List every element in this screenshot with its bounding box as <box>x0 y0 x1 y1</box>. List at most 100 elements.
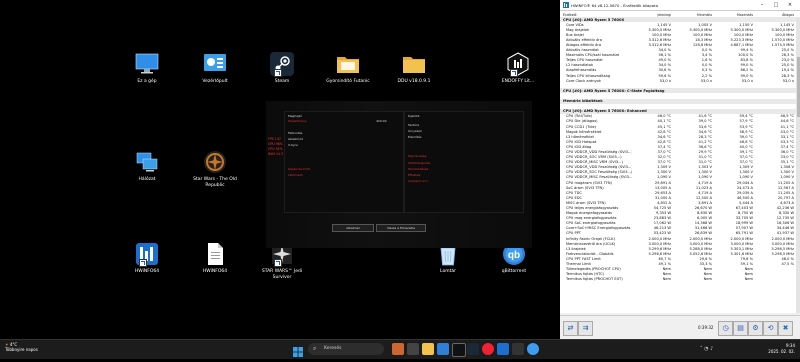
hwinfo-taskbar-icon[interactable] <box>497 343 509 355</box>
desktop-icon-ddu[interactable]: DDU v18.0.9.1 <box>386 52 442 85</box>
sensor-group-header[interactable]: Memória időzítések <box>560 98 796 104</box>
system-tray[interactable]: ˄ ◔ ♪ <box>700 346 713 352</box>
report-icon[interactable]: ▤ <box>733 321 748 336</box>
sensor-row[interactable]: Infinity Fabric Órajel (FCLK) 2.000,0 MHz… <box>560 236 796 241</box>
desktop-icon-control-panel[interactable]: Vezérlőpult <box>187 52 243 85</box>
sensor-row[interactable]: Alapfelhasználás 30,6 % 0,3 % 86,2 % 19,4 % <box>560 68 796 73</box>
chrome-icon[interactable] <box>482 343 494 355</box>
arrows-right-icon[interactable]: ⇉ <box>578 321 593 336</box>
sensor-row[interactable]: MISC áram (SVI3 TFN) 4,852 A 3,891 A 5,444 … <box>560 200 796 205</box>
clock-icon[interactable]: ◷ <box>718 321 733 336</box>
game-field[interactable]: Ablakmód <box>288 137 303 141</box>
chevron-up-icon[interactable]: ˄ <box>700 346 703 352</box>
column-header-current[interactable]: Jelenlegi <box>632 13 673 17</box>
desktop-icon-swtor[interactable]: Star Wars - The Old Republic <box>187 150 243 188</box>
game-field[interactable]: Árnyékok <box>408 129 422 133</box>
sensor-row[interactable]: Magok energiafogyasztás 9,353 W 8,630 W 8,7… <box>560 211 796 216</box>
taskbar-search[interactable]: ⌕ Keresés <box>308 343 384 355</box>
desktop-icon-this-pc[interactable]: Ez a gép <box>119 52 175 85</box>
sensor-row[interactable]: CPU VDDCR_VDD Feszültség (SVI3...) 1,309 … <box>560 165 796 170</box>
sensor-row[interactable]: Maximális CPU/szál használat 56,1 % 3,4 % 1… <box>560 53 796 58</box>
desktop-icon-endorfy[interactable]: ENDOFFY Lit... <box>490 52 546 85</box>
sensor-row[interactable]: Core Clock arányok 53,0 x 53,0 x 53,0 x 53,0… <box>560 78 796 83</box>
sensor-row[interactable]: L2 használatok 34,0 % 0,0 % 99,0 % 25,0 % <box>560 63 796 68</box>
hwinfo-window[interactable]: HWiNFO® 64 v8.12-5670 - Érzékelők állapo… <box>560 0 800 340</box>
sensor-row[interactable]: CPU VDDCR_VDD Feszültség (SVI3...) 37,0 °… <box>560 149 796 154</box>
sensor-row[interactable]: Termikus fojtás (PROCHOT EXT) Nem Nem Nem <box>560 277 796 282</box>
weather-widget[interactable]: ☀ 4°C Többnyire napos <box>5 342 38 352</box>
game-field[interactable]: Ambient occl. <box>408 179 429 183</box>
sensor-row[interactable]: Core+SoC+MISC Energiafogyasztás 46,213 W 3… <box>560 226 796 231</box>
game-apply-button[interactable]: Alkalmaz <box>332 224 374 232</box>
hwinfo-titlebar[interactable]: HWiNFO® 64 v8.12-5670 - Érzékelők állapo… <box>560 0 800 11</box>
column-header-avg[interactable]: Átlagos <box>755 13 796 17</box>
sensor-row[interactable]: CPU PPT 53,423 W 26,839 W 65,791 W 41,937 W <box>560 231 796 236</box>
sensor-row[interactable]: CPU IOD Hotspot 42,8 °C 41,2 °C 46,8 °C 43,3… <box>560 139 796 144</box>
sensor-row[interactable]: L3 hőmérséklet 34,6 °C 28,3 °C 39,0 °C 33,1 … <box>560 134 796 139</box>
sensor-row[interactable]: CPU (Tctl/Tdie) 46,0 °C 41,6 °C 59,4 °C 46,9… <box>560 114 796 119</box>
game-field[interactable]: Utófeldolgozás <box>408 161 430 165</box>
game-field[interactable]: Effektek <box>408 173 420 177</box>
task-view-icon[interactable] <box>407 343 419 355</box>
taskbar-clock[interactable]: 9:34 2025. 02. 02. <box>767 343 795 355</box>
sensor-row[interactable]: Aktuális effektív óra 3.312,6 MHz 18,3 MHz… <box>560 37 796 42</box>
sensor-row[interactable]: CPU CCD1 (Tdie) 45,1 °C 33,6 °C 53,9 °C 41,1… <box>560 124 796 129</box>
sensor-row[interactable]: Teljes CPU használat 49,0 % 1,6 % 83,8 % 23,… <box>560 58 796 63</box>
qbittorrent-taskbar-icon[interactable] <box>527 343 539 355</box>
store-icon[interactable] <box>452 343 466 357</box>
settings-icon[interactable]: ⚙ <box>748 321 763 336</box>
game-window[interactable]: Meghajtó Teljesítmény 420.00 Kijelzők Ké… <box>266 101 532 248</box>
column-header-sensor[interactable]: Érzékelő <box>560 13 632 17</box>
sensor-row[interactable]: CPU Die (átlagos) 40,1 °C 39,0 °C 57,9 °C 44… <box>560 119 796 124</box>
file-explorer-icon[interactable] <box>422 343 434 355</box>
sensor-row[interactable]: CPU VDDCR_MISC Feszültség (SVI3...) 1,090… <box>560 175 796 180</box>
hwinfo-sensor-list[interactable]: CPU [#0]: AMD Ryzen 5 7600X Core VIDs 1,14… <box>560 17 796 313</box>
sensor-row[interactable]: CPU VDDCR_SOC Feszültség (SVI3...) 1,300 … <box>560 170 796 175</box>
column-header-max[interactable]: Maximális <box>714 13 755 17</box>
game-field[interactable]: Képkocka-limit <box>288 167 310 171</box>
game-field[interactable]: V-Sync <box>288 143 298 147</box>
sensor-row[interactable]: Memóriavezérlő óra (UCLK) 3.000,0 MHz 3.00… <box>560 241 796 246</box>
maximize-icon[interactable]: □ <box>769 2 783 8</box>
game-field[interactable]: Textúra <box>408 123 419 127</box>
game-field[interactable]: Tükröződések <box>408 167 428 171</box>
game-taskbar-icon[interactable] <box>512 343 524 355</box>
sensor-row[interactable]: CPU VDDCR_SOC VRM (SVI3...) 32,0 °C 31,0 °… <box>560 155 796 160</box>
sensor-row[interactable]: SoC áram (SVI3 TFN) 13,005 A 11,023 A 24,47… <box>560 185 796 190</box>
sensor-row[interactable]: L3 órajelek 5.299,6 MHz 5.288,0 MHz 5.303,1… <box>560 246 796 251</box>
sensor-row[interactable]: CPU SoC energiafogyasztás 17,062 W 14,368 … <box>560 221 796 226</box>
start-button[interactable] <box>292 343 304 357</box>
steam-taskbar-icon[interactable] <box>467 343 479 355</box>
game-field[interactable]: Élsimítás <box>408 135 421 139</box>
sensor-row[interactable]: CPU PPT FAST Limit 60,7 % 29,6 % 79,6 % 48,0… <box>560 256 796 261</box>
sensor-row[interactable]: CPU IOD átlag 37,4 °C 36,6 °C 40,0 °C 37,4 °… <box>560 144 796 149</box>
desktop-icon-hwinfo-file[interactable]: HWiNFO64 <box>187 242 243 275</box>
reset-icon[interactable]: ⟲ <box>763 321 778 336</box>
sensor-row[interactable]: Magok hőmérséklet 42,6 °C 34,6 °C 58,9 °C 43… <box>560 129 796 134</box>
wifi-icon[interactable]: ◔ <box>704 346 708 352</box>
scrollbar-thumb[interactable] <box>796 57 800 117</box>
sensor-group-header[interactable]: CPU [#0]: AMD Ryzen 5 7600X: Enhanced <box>560 108 796 114</box>
hwinfo-scrollbar[interactable] <box>796 17 800 313</box>
game-field[interactable]: Látómező <box>288 173 303 177</box>
sensor-row[interactable]: Aktuális használat 34,0 % 0,0 % 99,4 % 25,0 … <box>560 48 796 53</box>
speaker-icon[interactable]: ♪ <box>710 346 713 352</box>
sensor-row[interactable]: Teljes CPU kihasználtság 59,6 % 2,2 % 99,0 … <box>560 73 796 78</box>
desktop-icon-hwinfo[interactable]: HWiNFO64 <box>119 242 175 275</box>
close-icon[interactable]: × <box>783 2 797 8</box>
sensor-row[interactable]: CPU VDDCR_MISC VRM (SVI3...) 37,0 °C 31,0 … <box>560 160 796 165</box>
arrows-left-right-icon[interactable]: ⇄ <box>563 321 578 336</box>
game-back-button[interactable]: Vissza a főmenübe <box>376 224 426 232</box>
desktop-icon-network[interactable]: Hálózat <box>119 150 175 183</box>
taskbar-app-icon[interactable] <box>392 343 404 355</box>
sensor-row[interactable]: Core VIDs 1,145 V 1,005 V 1,150 V 1,145 V <box>560 22 796 27</box>
sensor-group-header[interactable]: CPU [#0]: AMD Ryzen 5 7600X <box>560 17 796 23</box>
sensor-row[interactable]: CPU teljes energiafogyasztás 54,725 W 26,6… <box>560 205 796 210</box>
sensor-row[interactable]: CPU TDC 29,653 A 4,719 A 29,039 A 11,205 A <box>560 190 796 195</box>
sensor-row[interactable]: CPU magáram (SVI3 TFN) 29,891 A 4,719 A 29,… <box>560 180 796 185</box>
edge-icon[interactable] <box>437 343 449 355</box>
sensor-group-header[interactable]: CPU [#0]: AMD Ryzen 5 7600X: C-State Fog… <box>560 88 796 94</box>
desktop-icon-folder-quick[interactable]: Gyorsindító Futanic <box>320 52 376 85</box>
close-x-icon[interactable]: ✖ <box>778 321 793 336</box>
sensor-row[interactable]: Frekvenciakorlát - Globális 5.296,6 MHz 5.… <box>560 251 796 256</box>
